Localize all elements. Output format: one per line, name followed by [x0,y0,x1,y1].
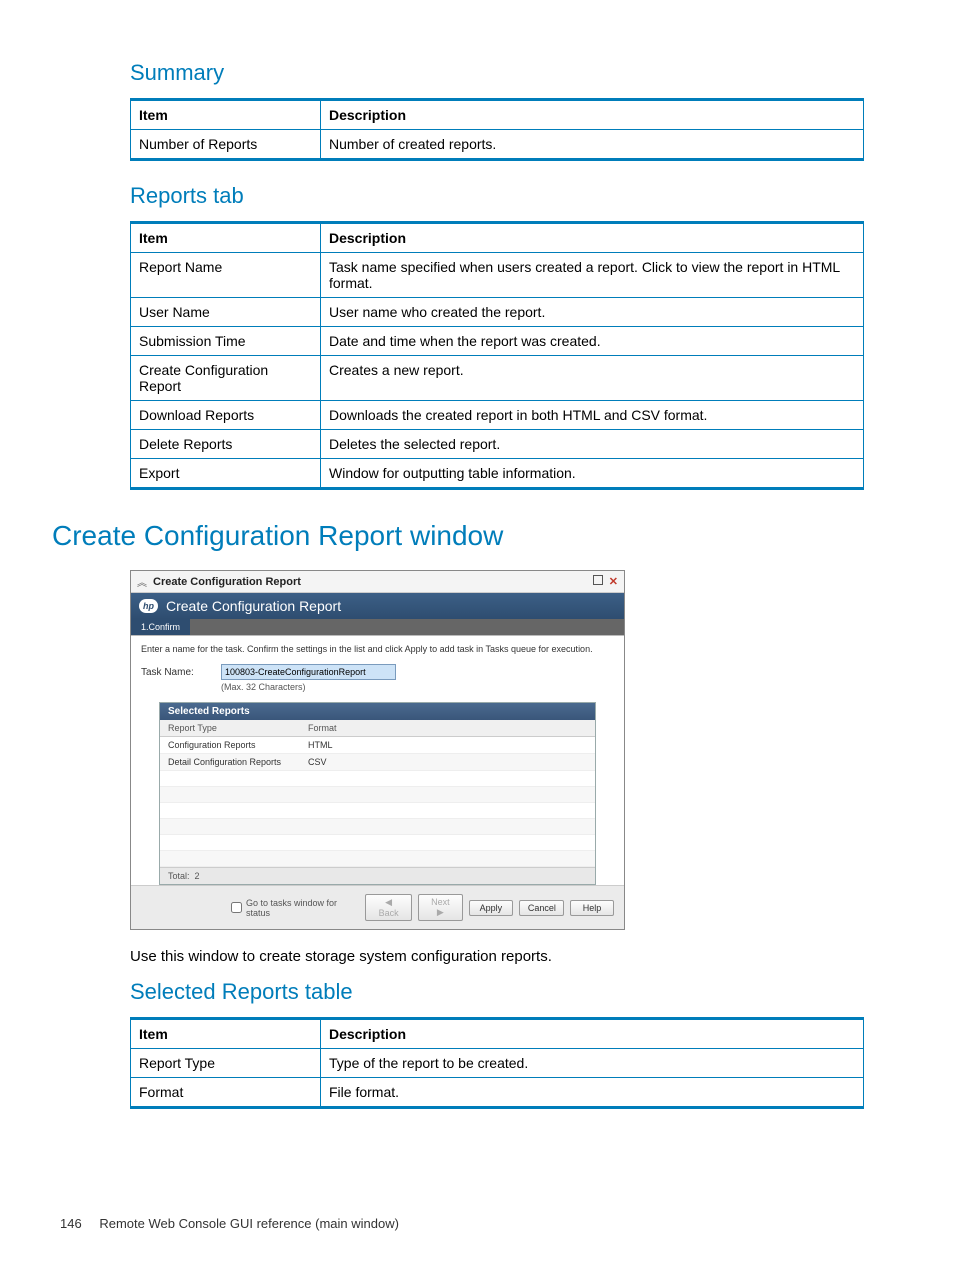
step-confirm: 1.Confirm [131,619,190,635]
selected-reports-header: Selected Reports [160,703,595,720]
table-row: Report NameTask name specified when user… [131,253,864,298]
table-row: Report TypeType of the report to be crea… [131,1049,864,1078]
list-item [160,803,595,819]
window-step-bar: 1.Confirm [131,619,624,635]
th-desc: Description [321,100,864,130]
list-item [160,851,595,867]
list-item [160,787,595,803]
task-name-input[interactable] [221,664,396,680]
collapse-icon[interactable]: ︽ [137,574,147,589]
window-title: Create Configuration Report [153,576,301,588]
table-row: Download ReportsDownloads the created re… [131,401,864,430]
heading-summary: Summary [130,60,864,86]
hp-logo: hp [139,599,158,613]
list-item: Detail Configuration ReportsCSV [160,754,595,771]
page-footer: 146 Remote Web Console GUI reference (ma… [60,1216,399,1231]
th-desc: Description [321,1019,864,1049]
window-header-title: Create Configuration Report [166,598,341,614]
table-row: Number of Reports Number of created repo… [131,130,864,160]
selected-reports-panel: Selected Reports Report Type Format Conf… [159,702,596,885]
table-row: Create Configuration ReportCreates a new… [131,356,864,401]
cancel-button[interactable]: Cancel [519,900,564,916]
table-row: ExportWindow for outputting table inform… [131,459,864,489]
go-to-tasks-checkbox[interactable]: Go to tasks window for status [231,898,359,918]
maximize-icon[interactable] [593,575,603,585]
list-item: Configuration ReportsHTML [160,737,595,754]
table-row: User NameUser name who created the repor… [131,298,864,327]
window-instruction: Enter a name for the task. Confirm the s… [141,644,614,654]
summary-table: Item Description Number of Reports Numbe… [130,98,864,161]
footer-title: Remote Web Console GUI reference (main w… [99,1216,399,1231]
heading-selected-reports-table: Selected Reports table [130,979,864,1005]
task-name-label: Task Name: [141,667,211,678]
list-item [160,835,595,851]
th-desc: Description [321,223,864,253]
th-item: Item [131,1019,321,1049]
heading-reports-tab: Reports tab [130,183,864,209]
total-value: 2 [195,871,200,881]
table-row: Delete ReportsDeletes the selected repor… [131,430,864,459]
table-row: Submission TimeDate and time when the re… [131,327,864,356]
selected-reports-footer: Total: 2 [160,867,595,884]
heading-create-window: Create Configuration Report window [52,520,894,552]
col-report-type: Report Type [160,720,300,737]
go-to-tasks-checkbox-input[interactable] [231,902,242,913]
window-header: hp Create Configuration Report [131,593,624,619]
selected-reports-doc-table: Item Description Report TypeType of the … [130,1017,864,1109]
total-label: Total: [168,871,190,881]
go-to-tasks-label: Go to tasks window for status [246,898,359,918]
window-action-bar: Go to tasks window for status ◀ Back Nex… [131,885,624,929]
selected-reports-inner-table: Report Type Format Configuration Reports… [160,720,595,867]
th-item: Item [131,100,321,130]
page-number: 146 [60,1216,82,1231]
col-spacer [370,720,595,737]
back-button[interactable]: ◀ Back [365,894,412,921]
list-item [160,771,595,787]
window-titlebar: ︽ Create Configuration Report ✕ [131,571,624,593]
table-row: FormatFile format. [131,1078,864,1108]
col-format: Format [300,720,370,737]
create-configuration-report-window: ︽ Create Configuration Report ✕ hp Creat… [130,570,625,930]
close-icon[interactable]: ✕ [609,575,618,588]
apply-button[interactable]: Apply [469,900,513,916]
list-item [160,819,595,835]
next-button[interactable]: Next ▶ [418,894,463,921]
task-name-hint: (Max. 32 Characters) [221,682,614,692]
help-button[interactable]: Help [570,900,614,916]
th-item: Item [131,223,321,253]
window-description: Use this window to create storage system… [130,948,864,965]
reports-tab-table: Item Description Report NameTask name sp… [130,221,864,490]
